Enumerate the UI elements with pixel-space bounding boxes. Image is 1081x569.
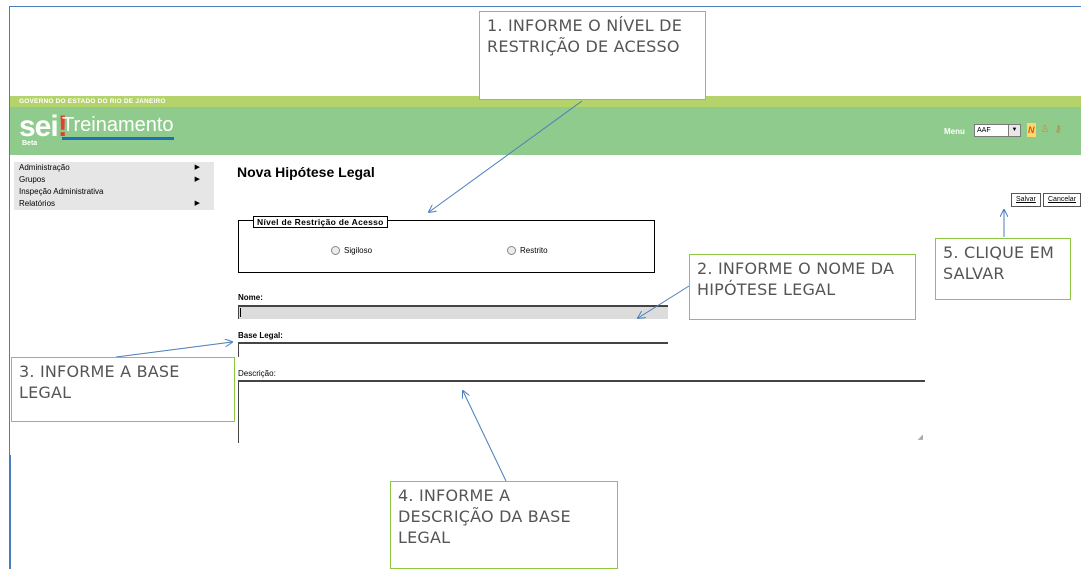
arrow-4 — [463, 391, 507, 482]
callout-step-4: 4. INFORME A DESCRIÇÃO DA BASE LEGAL — [390, 481, 618, 569]
arrow-1 — [429, 100, 583, 212]
callout-step-3: 3. INFORME A BASE LEGAL — [11, 357, 235, 422]
arrow-3 — [115, 342, 232, 358]
arrow-2 — [638, 285, 690, 318]
callout-step-5: 5. CLIQUE EM SALVAR — [935, 238, 1071, 300]
callout-step-1: 1. INFORME O NÍVEL DE RESTRIÇÃO DE ACESS… — [479, 11, 706, 100]
callout-step-2: 2. INFORME O NOME DA HIPÓTESE LEGAL — [689, 254, 916, 320]
